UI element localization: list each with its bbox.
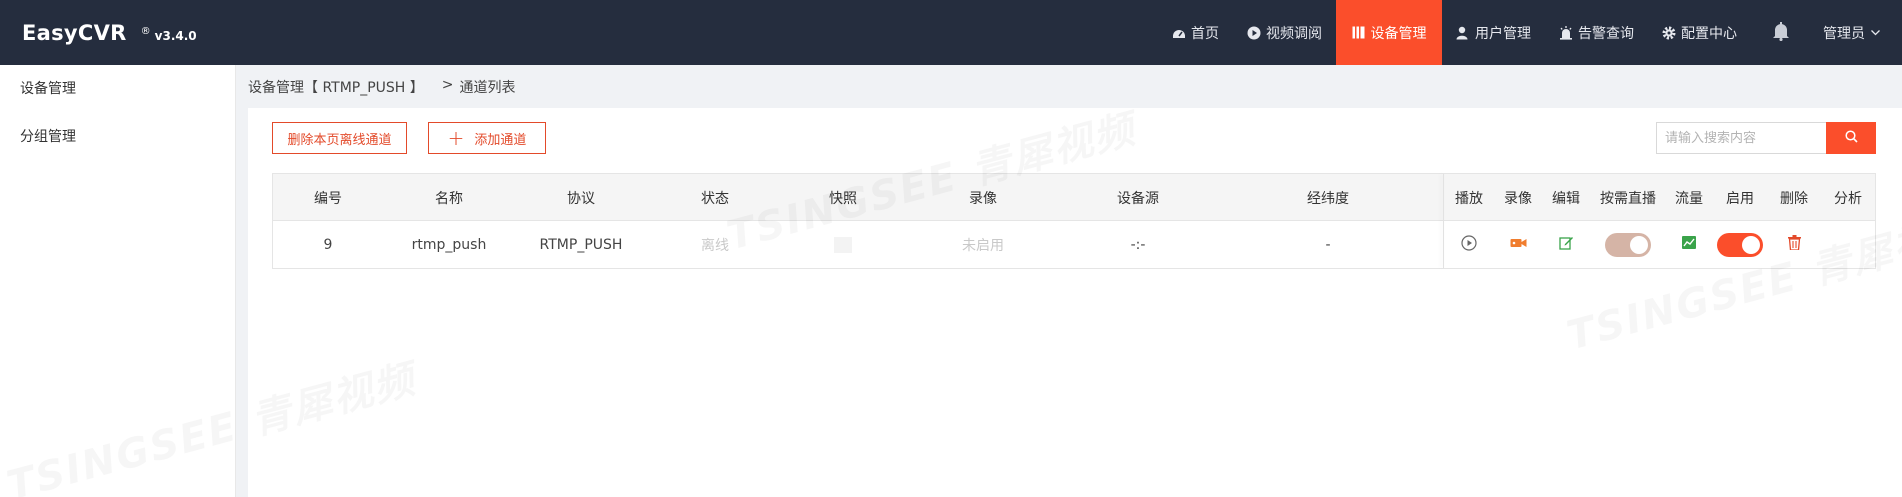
col-latlng: 经纬度 — [1307, 190, 1349, 207]
nav-alarm-label: 告警查询 — [1578, 25, 1634, 42]
enable-toggle[interactable] — [1713, 221, 1767, 268]
col-snapshot: 快照 — [829, 190, 857, 207]
col-protocol: 协议 — [567, 190, 595, 207]
edit-icon — [1558, 235, 1574, 254]
col-traffic: 流量 — [1675, 190, 1703, 207]
col-play: 播放 — [1455, 190, 1483, 207]
search-button[interactable] — [1826, 122, 1876, 154]
dashboard-icon — [1172, 26, 1186, 40]
user-menu-label: 管理员 — [1823, 25, 1865, 42]
nav-device[interactable]: 设备管理 — [1336, 0, 1442, 65]
cell-snapshot[interactable] — [783, 221, 903, 268]
nav-home[interactable]: 首页 — [1158, 0, 1233, 65]
col-analysis: 分析 — [1834, 190, 1862, 207]
nav-video[interactable]: 视频调阅 — [1233, 0, 1336, 65]
video-camera-icon — [1510, 237, 1527, 253]
sidebar: 设备管理 分组管理 — [0, 65, 236, 497]
delete-offline-channels-button[interactable]: 删除本页离线通道 — [272, 122, 407, 154]
cell-name: rtmp_push — [411, 236, 487, 253]
top-navbar: EasyCVR ® v3.4.0 首页 视频调阅 设备管理 用户管理 告警查询 … — [0, 0, 1902, 65]
nav-config-label: 配置中心 — [1681, 25, 1737, 42]
notification-bell[interactable] — [1751, 0, 1811, 65]
chevron-down-icon — [1871, 29, 1880, 36]
col-record: 录像 — [969, 190, 997, 207]
cell-analysis — [1821, 221, 1875, 268]
search-input[interactable] — [1656, 122, 1826, 154]
brand-name: EasyCVR — [22, 20, 127, 45]
gear-icon — [1662, 26, 1676, 40]
main-nav: 首页 视频调阅 设备管理 用户管理 告警查询 配置中心 管理员 — [1158, 0, 1902, 65]
nav-device-label: 设备管理 — [1370, 25, 1427, 42]
sidebar-item-device-management[interactable]: 设备管理 — [0, 65, 235, 113]
cell-source: -:- — [1130, 236, 1146, 253]
brand-version: v3.4.0 — [154, 28, 197, 43]
nav-users[interactable]: 用户管理 — [1442, 0, 1545, 65]
breadcrumb-device[interactable]: 设备管理【 RTMP_PUSH 】 — [248, 77, 424, 97]
col-delete: 删除 — [1780, 190, 1808, 207]
on-demand-toggle[interactable] — [1591, 221, 1665, 268]
play-circle-icon — [1247, 26, 1261, 40]
nav-alarm[interactable]: 告警查询 — [1545, 0, 1648, 65]
nav-users-label: 用户管理 — [1475, 25, 1531, 42]
col-status: 状态 — [701, 190, 729, 207]
channel-table: 编号 名称 协议 状态 快照 录像 设备源 经纬度 播放 录像 编辑 按需直播 … — [272, 173, 1876, 269]
brand[interactable]: EasyCVR ® v3.4.0 — [22, 21, 197, 45]
device-icon — [1352, 26, 1366, 40]
search-icon — [1844, 129, 1858, 147]
traffic-button[interactable] — [1665, 221, 1713, 268]
bell-icon — [1772, 21, 1790, 45]
traffic-chart-icon — [1682, 236, 1696, 253]
nav-config[interactable]: 配置中心 — [1648, 0, 1751, 65]
nav-video-label: 视频调阅 — [1266, 25, 1322, 42]
cell-id: 9 — [323, 236, 333, 253]
col-enable: 启用 — [1726, 190, 1754, 207]
trash-icon — [1787, 235, 1801, 254]
breadcrumb: 设备管理【 RTMP_PUSH 】 > 通道列表 — [248, 77, 516, 97]
user-menu[interactable]: 管理员 — [1811, 0, 1902, 65]
delete-button[interactable] — [1767, 221, 1821, 268]
plus-icon: + — [447, 126, 465, 150]
channel-panel: 删除本页离线通道 + 添加通道 编号 名称 协议 状态 快照 录像 设备源 经纬… — [248, 108, 1902, 497]
record-button[interactable] — [1495, 221, 1541, 268]
breadcrumb-current: 通道列表 — [459, 80, 516, 96]
col-record-action: 录像 — [1504, 190, 1532, 207]
user-icon — [1456, 26, 1470, 40]
col-source: 设备源 — [1117, 190, 1159, 207]
play-circle-icon — [1461, 234, 1477, 255]
cell-record: 未启用 — [962, 237, 1004, 254]
cell-protocol: RTMP_PUSH — [539, 236, 623, 253]
enable-switch[interactable] — [1717, 232, 1763, 257]
add-channel-label: 添加通道 — [474, 132, 527, 148]
col-on-demand: 按需直播 — [1600, 190, 1656, 207]
brand-registered-mark: ® — [140, 25, 151, 37]
table-header: 编号 名称 协议 状态 快照 录像 设备源 经纬度 播放 录像 编辑 按需直播 … — [273, 174, 1875, 221]
nav-home-label: 首页 — [1191, 25, 1219, 42]
fixed-column-divider — [1443, 174, 1444, 268]
snapshot-placeholder-icon — [834, 236, 852, 253]
col-edit: 编辑 — [1552, 190, 1580, 207]
on-demand-switch[interactable] — [1605, 232, 1651, 257]
cell-status: 离线 — [701, 237, 729, 254]
col-id: 编号 — [314, 190, 342, 207]
add-channel-button[interactable]: + 添加通道 — [428, 122, 546, 154]
play-button[interactable] — [1443, 221, 1495, 268]
sidebar-item-group-management[interactable]: 分组管理 — [0, 113, 235, 161]
alarm-icon — [1559, 25, 1573, 40]
delete-offline-channels-label: 删除本页离线通道 — [287, 132, 392, 148]
cell-latlng: - — [1325, 236, 1331, 253]
table-row: 9 rtmp_push RTMP_PUSH 离线 未启用 -:- - — [273, 221, 1875, 268]
breadcrumb-separator: > — [441, 77, 454, 93]
col-name: 名称 — [435, 190, 463, 207]
edit-button[interactable] — [1541, 221, 1591, 268]
